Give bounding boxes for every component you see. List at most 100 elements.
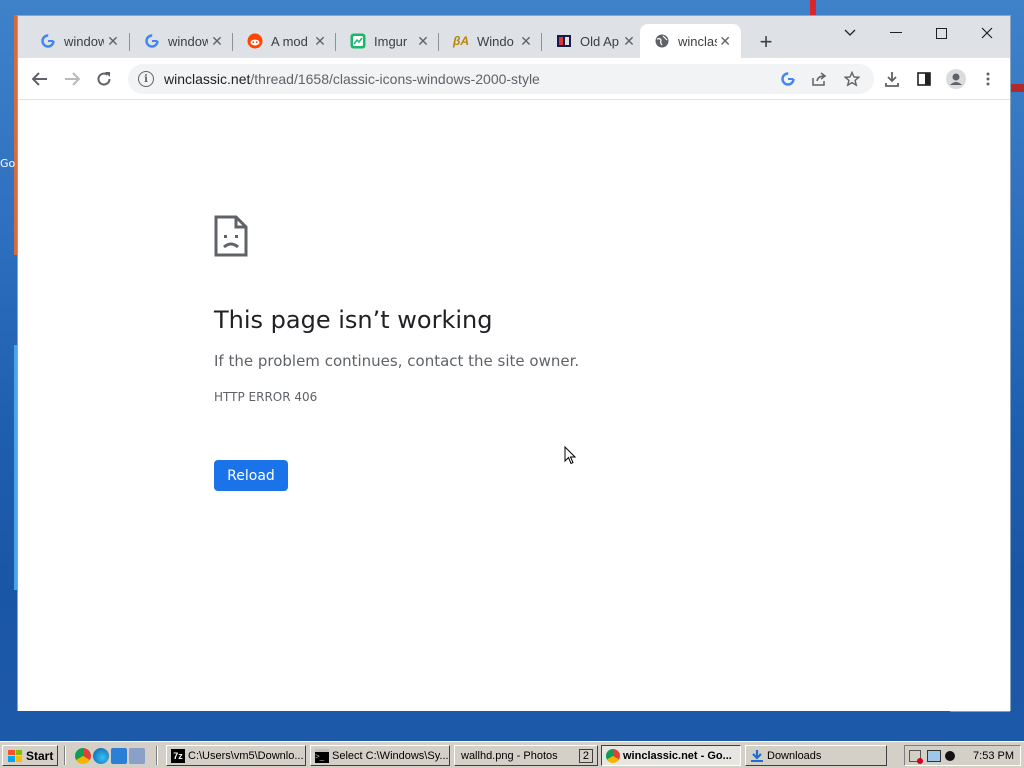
system-tray: 7:53 PM: [904, 745, 1021, 766]
taskbar-button-label: wallhd.png - Photos: [461, 749, 558, 762]
tab-search-button[interactable]: [827, 20, 873, 46]
close-window-button[interactable]: [964, 20, 1010, 46]
maximize-button[interactable]: [918, 20, 964, 46]
edge-icon[interactable]: [93, 748, 109, 764]
url-text[interactable]: winclassic.net/thread/1658/classic-icons…: [164, 71, 540, 87]
quicklaunch-divider: [64, 746, 66, 765]
minimize-button[interactable]: [873, 20, 919, 46]
explorer-icon[interactable]: [129, 748, 145, 764]
globe-icon: [654, 33, 670, 49]
taskbar-button-label: Select C:\Windows\Sy...: [332, 749, 449, 762]
chrome-icon: [606, 748, 620, 763]
chevron-down-icon: [844, 29, 856, 36]
tab-title: window: [168, 33, 208, 49]
error-code: HTTP ERROR 406: [214, 390, 318, 404]
desktop-stripe-right: [1011, 84, 1024, 92]
downloads-button[interactable]: [878, 66, 906, 92]
arrow-right-icon: [65, 72, 80, 86]
side-panel-button[interactable]: [910, 66, 938, 92]
oldapps-icon: [556, 33, 572, 49]
taskbar: Start 7z C:\Users\vm5\Downlo... >_ Selec…: [0, 741, 1024, 768]
reload-icon: [97, 72, 111, 86]
chrome-window: window ✕ window ✕ A mod ✕ Imgur ✕ βA Win…: [17, 15, 1011, 711]
tab-winclassic[interactable]: winclas ✕: [640, 24, 741, 58]
clock[interactable]: 7:53 PM: [973, 750, 1014, 762]
download-icon: [885, 72, 899, 87]
star-icon[interactable]: [842, 69, 862, 89]
arrow-left-icon: [32, 72, 47, 86]
network-icon[interactable]: [927, 749, 941, 762]
close-icon[interactable]: ✕: [105, 33, 121, 50]
tab-imgur[interactable]: Imgur ✕: [336, 24, 439, 58]
tab-title: A mod: [271, 33, 308, 49]
back-button[interactable]: [26, 66, 54, 92]
close-icon[interactable]: ✕: [209, 33, 225, 50]
side-panel-icon: [917, 72, 931, 86]
maximize-icon: [935, 27, 947, 39]
url-path: /thread/1658/classic-icons-windows-2000-…: [250, 71, 540, 87]
windows-logo-icon: [8, 749, 22, 762]
group-count-badge: 2: [578, 748, 593, 763]
google-g-icon: [40, 33, 56, 49]
tab-title: window: [64, 33, 104, 49]
share-icon[interactable]: [810, 69, 830, 89]
profile-button[interactable]: [942, 66, 970, 92]
tab-google-1[interactable]: window ✕: [26, 24, 129, 58]
tab-title: Old Ap: [580, 33, 620, 49]
sad-page-icon: [214, 215, 248, 262]
address-bar[interactable]: i winclassic.net/thread/1658/classic-ico…: [128, 64, 874, 94]
taskbar-button-chrome[interactable]: winclassic.net - Go...: [601, 745, 741, 766]
forward-button[interactable]: [58, 66, 86, 92]
cmd-icon: >_: [315, 748, 329, 763]
close-icon[interactable]: ✕: [518, 33, 534, 50]
reload-page-button[interactable]: Reload: [214, 460, 288, 491]
7zip-icon: 7z: [171, 748, 185, 763]
taskbar-button-downloads[interactable]: Downloads: [745, 745, 887, 766]
tab-strip: window ✕ window ✕ A mod ✕ Imgur ✕ βA Win…: [18, 16, 1010, 58]
desktop-stripe-top: [810, 0, 816, 15]
tab-title: winclas: [678, 33, 718, 49]
start-button[interactable]: Start: [2, 745, 58, 766]
close-icon[interactable]: ✕: [312, 33, 328, 50]
betaarchive-icon: βA: [452, 34, 470, 48]
page-content: This page isn’t working If the problem c…: [18, 101, 1010, 711]
tab-oldapps[interactable]: Old Ap ✕: [542, 24, 645, 58]
imgur-icon: [350, 33, 366, 49]
close-icon[interactable]: ✕: [717, 33, 733, 50]
taskbar-button-7zip[interactable]: 7z C:\Users\vm5\Downlo...: [166, 745, 306, 766]
new-tab-button[interactable]: +: [754, 29, 778, 55]
taskbar-button-label: winclassic.net - Go...: [623, 749, 732, 762]
close-icon[interactable]: ✕: [415, 33, 431, 50]
close-icon: [981, 27, 993, 39]
taskbar-button-label: C:\Users\vm5\Downlo...: [188, 749, 304, 762]
taskbar-button-cmd[interactable]: >_ Select C:\Windows\Sy...: [310, 745, 450, 766]
chrome-icon[interactable]: [75, 748, 91, 764]
desktop-icon[interactable]: [111, 748, 127, 764]
start-label: Start: [26, 748, 54, 763]
avatar-icon: [946, 69, 966, 89]
taskbar-button-photos[interactable]: wallhd.png - Photos 2: [454, 745, 598, 766]
error-title: This page isn’t working: [214, 306, 493, 334]
close-icon[interactable]: ✕: [621, 33, 637, 50]
taskbar-divider: [156, 746, 158, 765]
google-lens-icon[interactable]: [778, 69, 798, 89]
download-folder-icon: [750, 749, 764, 763]
taskbar-button-label: Downloads: [767, 749, 822, 762]
tab-reddit[interactable]: A mod ✕: [233, 24, 336, 58]
minimize-icon: [890, 32, 902, 33]
error-description: If the problem continues, contact the si…: [214, 352, 580, 370]
reload-button[interactable]: [90, 66, 118, 92]
tab-google-2[interactable]: window ✕: [130, 24, 233, 58]
desktop-icon-label[interactable]: Go: [0, 157, 15, 170]
volume-icon[interactable]: [945, 750, 955, 761]
security-icon[interactable]: [909, 749, 923, 764]
tab-title: Windo: [477, 33, 514, 49]
mouse-pointer-icon: [564, 445, 577, 470]
tab-title: Imgur: [374, 33, 408, 49]
info-icon[interactable]: i: [138, 71, 154, 87]
menu-button[interactable]: [974, 66, 1002, 92]
more-vert-icon: [986, 72, 990, 86]
browser-toolbar: i winclassic.net/thread/1658/classic-ico…: [18, 58, 1010, 100]
tab-betaarchive[interactable]: βA Windo ✕: [439, 24, 542, 58]
reddit-icon: [247, 33, 263, 49]
